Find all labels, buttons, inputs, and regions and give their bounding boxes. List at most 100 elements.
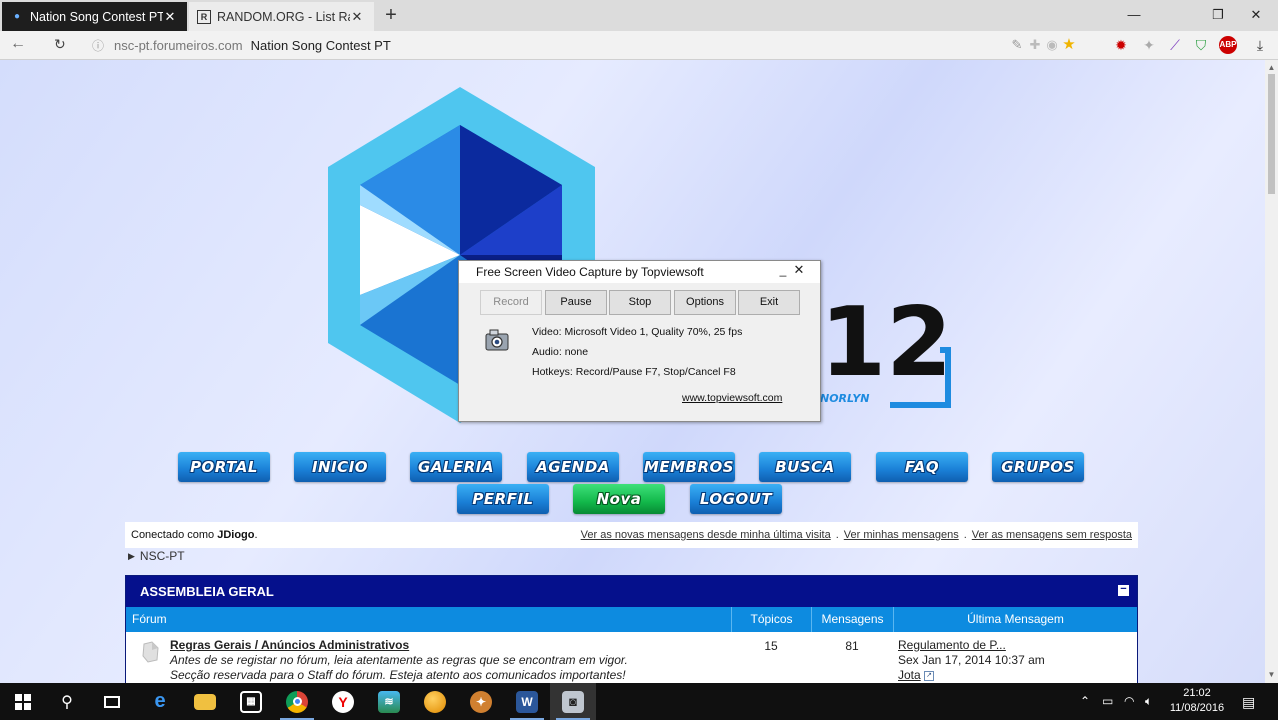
scroll-up-icon[interactable]: ▲ — [1267, 63, 1276, 72]
start-button[interactable] — [0, 683, 46, 720]
feather-extension-icon[interactable]: ⟋ — [1166, 36, 1184, 54]
tab-random-org[interactable]: R RANDOM.ORG - List Randor ✕ — [189, 2, 374, 31]
folder-icon — [194, 693, 216, 710]
window-minimize-button[interactable]: — — [1114, 3, 1154, 27]
nav-galeria-button[interactable]: GALERIA — [410, 452, 502, 482]
nav-portal-button[interactable]: PORTAL — [178, 452, 270, 482]
taskbar-word[interactable]: W — [504, 683, 550, 720]
hotkeys-info: Hotkeys: Record/Pause F7, Stop/Cancel F8 — [532, 366, 736, 378]
taskbar-clock[interactable]: 21:02 11/08/2016 — [1168, 686, 1226, 716]
connected-as-text: Conectado como JDiogo. — [131, 529, 258, 541]
username[interactable]: JDiogo — [217, 529, 254, 541]
random-org-favicon-icon: R — [197, 9, 211, 24]
site-info-icon[interactable]: ⓘ — [92, 37, 104, 54]
browser-toolbar: ← ↻ ⓘ nsc-pt.forumeiros.com Nation Song … — [0, 31, 1278, 60]
exit-button[interactable]: Exit — [738, 290, 800, 315]
shield-gray-icon[interactable]: ◉ — [1043, 36, 1061, 54]
last-message-date: Sex Jan 17, 2014 10:37 am — [898, 653, 1045, 667]
record-button[interactable]: Record — [480, 290, 542, 315]
pause-button[interactable]: Pause — [545, 290, 607, 315]
user-links: Ver as novas mensagens desde minha últim… — [580, 529, 1132, 541]
unanswered-messages-link[interactable]: Ver as mensagens sem resposta — [972, 529, 1132, 541]
my-messages-link[interactable]: Ver minhas mensagens — [844, 529, 959, 541]
tab-nation-song-contest[interactable]: ● Nation Song Contest PT ✕ — [2, 2, 187, 31]
camera-app-icon: ◙ — [562, 690, 584, 713]
topviewsoft-link[interactable]: www.topviewsoft.com — [682, 392, 782, 404]
forum-title-link[interactable]: Regras Gerais / Anúncios Administrativos — [170, 638, 409, 652]
forum-description: Antes de se registar no fórum, leia aten… — [170, 653, 628, 682]
search-button[interactable]: ⚲ — [44, 683, 90, 720]
task-view-button[interactable] — [89, 683, 135, 720]
nav-grupos-button[interactable]: GRUPOS — [992, 452, 1084, 482]
dialog-close-button[interactable]: ✕ — [792, 262, 806, 278]
screen-capture-dialog: Free Screen Video Capture by Topviewsoft… — [458, 260, 821, 422]
breadcrumb-home-link[interactable]: NSC-PT — [140, 549, 185, 563]
message-count: 81 — [845, 639, 859, 653]
battery-icon[interactable]: ▭ — [1102, 694, 1113, 708]
stop-button[interactable]: Stop — [609, 290, 671, 315]
window-close-button[interactable]: ✕ — [1236, 3, 1276, 27]
page-scrollbar[interactable]: ▲ ▼ — [1265, 60, 1278, 683]
volume-icon[interactable]: 🔈︎ — [1145, 694, 1152, 709]
tray-overflow-icon[interactable]: ⌃ — [1080, 694, 1090, 708]
taskbar-gimp[interactable]: ✦ — [458, 683, 504, 720]
breadcrumb: ▶ NSC-PT — [128, 549, 185, 563]
scroll-down-icon[interactable]: ▼ — [1267, 670, 1276, 679]
edge-icon: e — [154, 690, 166, 712]
url-page-title: Nation Song Contest PT — [250, 38, 391, 53]
search-icon: ⚲ — [61, 693, 73, 711]
goto-post-icon[interactable]: ↗ — [924, 670, 935, 681]
extension-icon[interactable]: ✚ — [1026, 36, 1044, 54]
taskbar-screen-capture[interactable]: ◙ — [550, 683, 596, 720]
nav-membros-button[interactable]: MEMBROS — [643, 452, 735, 482]
dialog-title-bar[interactable]: Free Screen Video Capture by Topviewsoft — [459, 261, 820, 283]
collapse-icon[interactable]: − — [1118, 584, 1129, 596]
bookmark-star-icon[interactable]: ★ — [1060, 36, 1078, 54]
scroll-thumb[interactable] — [1268, 74, 1275, 194]
logo-text-large: 12 — [820, 288, 952, 398]
nav-busca-button[interactable]: BUSCA — [759, 452, 851, 482]
nav-faq-button[interactable]: FAQ — [876, 452, 968, 482]
nav-logout-button[interactable]: LOGOUT — [690, 484, 782, 514]
chrome-icon — [286, 690, 308, 713]
download-icon[interactable]: ⤓ — [1251, 36, 1269, 54]
ladybug-extension-icon[interactable]: ✹ — [1112, 36, 1130, 54]
pin-icon[interactable]: ✎ — [1008, 36, 1026, 54]
tab-close-icon[interactable]: ✕ — [350, 9, 364, 25]
nav-inicio-button[interactable]: INICIO — [294, 452, 386, 482]
nav-agenda-button[interactable]: AGENDA — [527, 452, 619, 482]
adblock-plus-icon[interactable]: ABP — [1219, 36, 1237, 54]
taskbar-file-explorer[interactable] — [182, 683, 228, 720]
tab-close-icon[interactable]: ✕ — [163, 9, 177, 25]
nav-nova-button[interactable]: Nova — [573, 484, 665, 514]
back-arrow-icon[interactable]: ← — [10, 35, 32, 53]
notifications-icon[interactable]: ▤ — [1242, 694, 1255, 711]
wifi-icon[interactable]: ◠ — [1124, 694, 1134, 708]
column-topics: Tópicos — [731, 607, 811, 632]
puzzle-extension-icon[interactable]: ✦ — [1140, 36, 1158, 54]
last-message-user[interactable]: Jota — [898, 668, 921, 682]
new-messages-link[interactable]: Ver as novas mensagens desde minha últim… — [581, 529, 831, 541]
shield-check-extension-icon[interactable]: ⛉ — [1192, 36, 1210, 54]
taskbar-edge[interactable]: e — [137, 683, 183, 720]
options-button[interactable]: Options — [674, 290, 736, 315]
taskbar-yandex[interactable]: Y — [320, 683, 366, 720]
taskbar-ball-app[interactable] — [412, 683, 458, 720]
address-bar[interactable]: ⓘ nsc-pt.forumeiros.com Nation Song Cont… — [82, 34, 1082, 57]
taskbar-store[interactable]: ▦ — [228, 683, 274, 720]
app-stack-icon: ≋ — [378, 690, 400, 713]
tab-title: Nation Song Contest PT — [30, 9, 163, 24]
last-message-link[interactable]: Regulamento de P... — [898, 638, 1045, 653]
category-title[interactable]: ASSEMBLEIA GERAL — [140, 584, 274, 599]
clock-date: 11/08/2016 — [1169, 702, 1225, 714]
window-maximize-button[interactable]: ❐ — [1198, 3, 1238, 27]
reload-icon[interactable]: ↻ — [54, 36, 72, 53]
tab-title: RANDOM.ORG - List Randor — [217, 9, 350, 24]
dialog-minimize-button[interactable]: _ — [776, 263, 790, 277]
nav-perfil-button[interactable]: PERFIL — [457, 484, 549, 514]
new-tab-button[interactable]: + — [380, 4, 402, 26]
taskbar-app[interactable]: ≋ — [366, 683, 412, 720]
clock-time: 21:02 — [1183, 687, 1211, 699]
taskbar-chrome[interactable] — [274, 683, 320, 720]
browser-tab-strip: ● Nation Song Contest PT ✕ R RANDOM.ORG … — [0, 0, 1278, 31]
